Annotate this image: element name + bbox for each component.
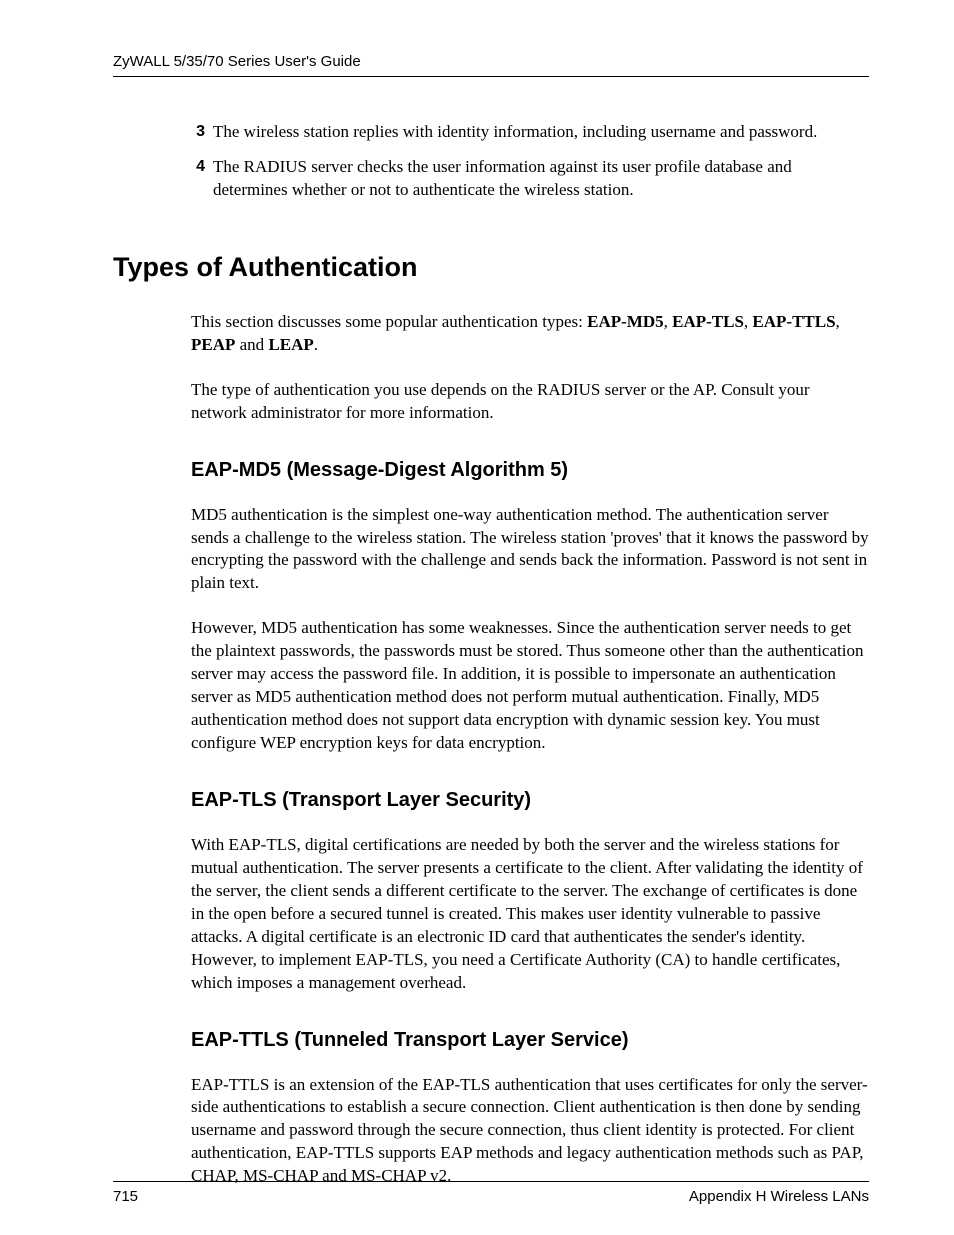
subsection-heading-md5: EAP-MD5 (Message-Digest Algorithm 5): [191, 459, 869, 482]
page-footer: 715 Appendix H Wireless LANs: [0, 1181, 954, 1205]
numbered-list: 3 The wireless station replies with iden…: [181, 121, 869, 202]
section-body: This section discusses some popular auth…: [191, 311, 869, 1188]
intro-prefix: This section discusses some popular auth…: [191, 312, 587, 331]
guide-title: ZyWALL 5/35/70 Series User's Guide: [113, 53, 361, 70]
auth-type: EAP-MD5: [587, 312, 663, 331]
md5-paragraph-2: However, MD5 authentication has some wea…: [191, 617, 869, 755]
intro-paragraph: This section discusses some popular auth…: [191, 311, 869, 357]
md5-paragraph-1: MD5 authentication is the simplest one-w…: [191, 504, 869, 596]
list-number: 4: [181, 156, 205, 178]
subsection-heading-tls: EAP-TLS (Transport Layer Security): [191, 789, 869, 812]
page-header: ZyWALL 5/35/70 Series User's Guide: [113, 53, 869, 77]
auth-type: EAP-TTLS: [752, 312, 835, 331]
list-text: The RADIUS server checks the user inform…: [213, 156, 869, 202]
intro-paragraph-2: The type of authentication you use depen…: [191, 379, 869, 425]
auth-type: LEAP: [268, 335, 313, 354]
list-number: 3: [181, 121, 205, 143]
list-text: The wireless station replies with identi…: [213, 121, 869, 144]
list-item: 4 The RADIUS server checks the user info…: [181, 156, 869, 202]
list-item: 3 The wireless station replies with iden…: [181, 121, 869, 144]
auth-type: PEAP: [191, 335, 235, 354]
section-heading: Types of Authentication: [85, 252, 869, 283]
ttls-paragraph-1: EAP-TTLS is an extension of the EAP-TLS …: [191, 1074, 869, 1189]
page-number: 715: [113, 1188, 138, 1205]
appendix-label: Appendix H Wireless LANs: [689, 1188, 869, 1205]
auth-type: EAP-TLS: [672, 312, 744, 331]
tls-paragraph-1: With EAP-TLS, digital certifications are…: [191, 834, 869, 995]
subsection-heading-ttls: EAP-TTLS (Tunneled Transport Layer Servi…: [191, 1029, 869, 1052]
page-content: 3 The wireless station replies with iden…: [85, 121, 869, 1188]
